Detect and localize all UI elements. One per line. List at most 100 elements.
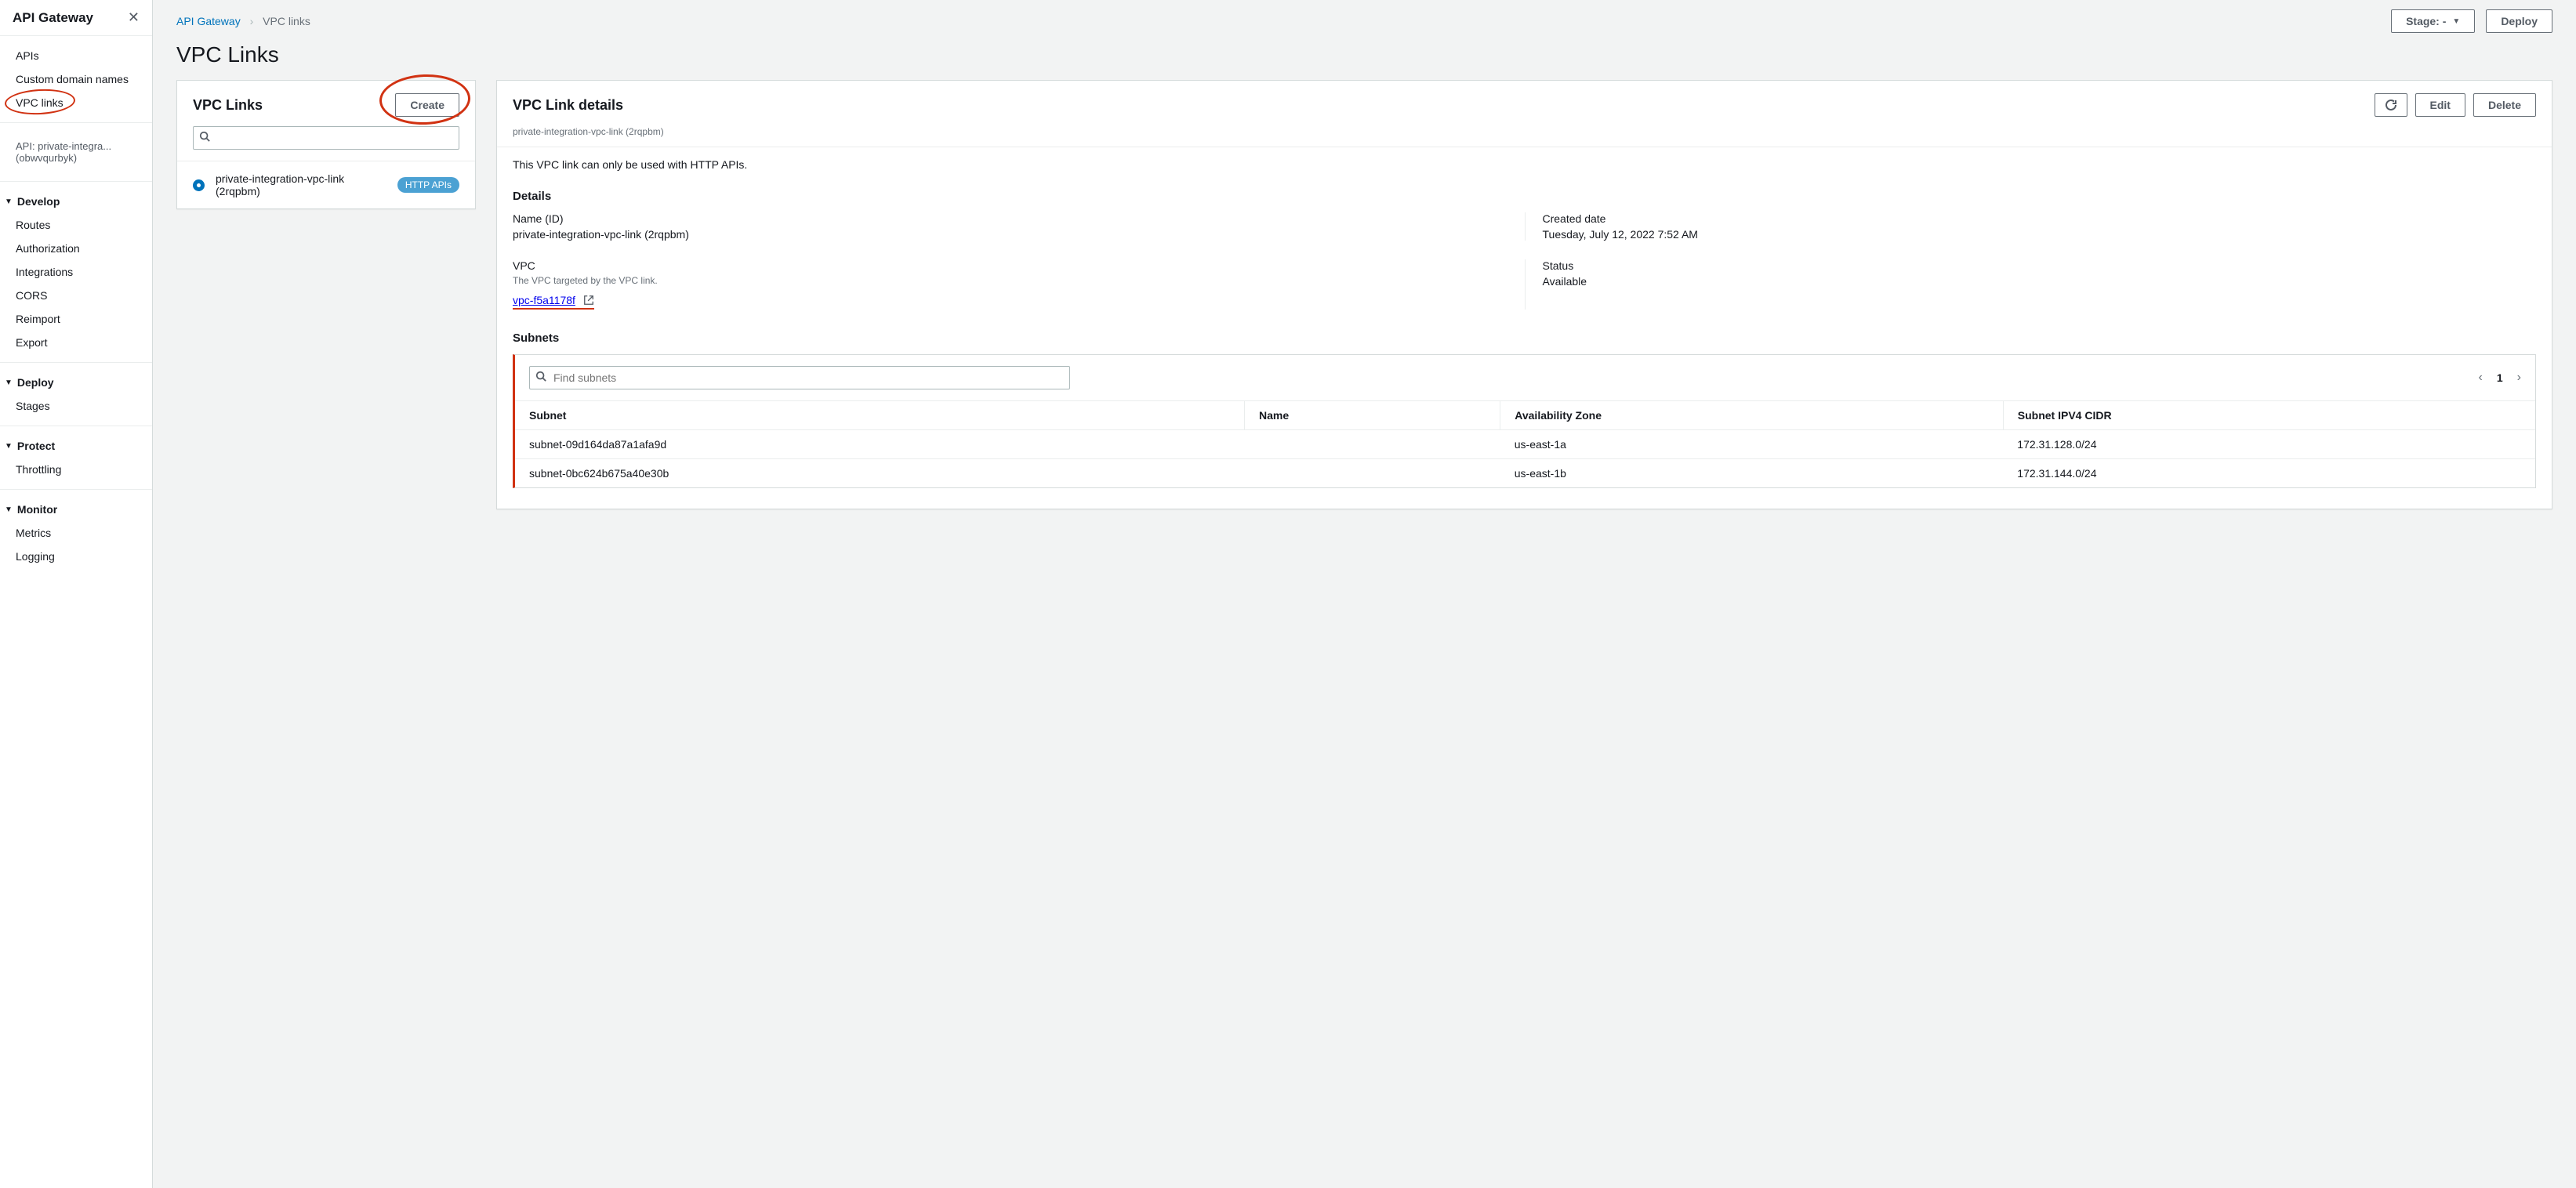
vpc-links-list-panel: VPC Links Create pri — [176, 80, 476, 209]
vpc-link-item-label: private-integration-vpc-link (2rqpbm) — [216, 172, 386, 197]
http-apis-badge: HTTP APIs — [397, 177, 459, 193]
pager-next-icon[interactable]: › — [2517, 371, 2521, 385]
sidebar-item-cors[interactable]: CORS — [0, 284, 152, 307]
sidebar-section-protect[interactable]: ▼ Protect — [0, 434, 152, 458]
details-subtitle: private-integration-vpc-link (2rqpbm) — [497, 126, 2552, 147]
sidebar-section-monitor-label: Monitor — [17, 503, 57, 516]
cell-cidr: 172.31.128.0/24 — [2003, 430, 2535, 459]
sidebar-item-routes[interactable]: Routes — [0, 213, 152, 237]
close-icon[interactable]: ✕ — [128, 9, 140, 26]
deploy-button[interactable]: Deploy — [2486, 9, 2552, 33]
col-cidr[interactable]: Subnet IPV4 CIDR — [2003, 401, 2535, 430]
caret-down-icon: ▼ — [5, 442, 13, 451]
sidebar-item-custom-domain-names[interactable]: Custom domain names — [0, 67, 152, 91]
details-body: This VPC link can only be used with HTTP… — [497, 147, 2552, 509]
sidebar-section-protect-label: Protect — [17, 440, 55, 452]
subnets-search-input[interactable] — [529, 366, 1070, 389]
subnets-block: Subnets — [513, 331, 2536, 488]
detail-vpc-label: VPC — [513, 259, 1525, 272]
detail-created-label: Created date — [1543, 212, 2537, 225]
sidebar-top-section: APIs Custom domain names VPC links — [0, 36, 152, 123]
detail-status-label: Status — [1543, 259, 2537, 272]
table-row[interactable]: subnet-09d164da87a1afa9d us-east-1a 172.… — [515, 430, 2535, 459]
sidebar-section-develop[interactable]: ▼Develop — [0, 190, 152, 213]
sidebar-api-context-section: API: private-integra... (obwvqurbyk) — [0, 123, 152, 182]
caret-down-icon: ▼ — [2452, 17, 2460, 26]
content: VPC Links VPC Links Create — [153, 36, 2576, 533]
sidebar-section-monitor[interactable]: ▼ Monitor — [0, 498, 152, 521]
sidebar-header: API Gateway ✕ — [0, 0, 152, 36]
cell-subnet: subnet-09d164da87a1afa9d — [515, 430, 1244, 459]
sidebar-item-authorization[interactable]: Authorization — [0, 237, 152, 260]
details-panel-header: VPC Link details Edit Delete — [497, 81, 2552, 126]
list-panel-body: private-integration-vpc-link (2rqpbm) HT… — [177, 161, 475, 208]
detail-created-value: Tuesday, July 12, 2022 7:52 AM — [1543, 228, 2537, 241]
detail-vpc: VPC The VPC targeted by the VPC link. vp… — [513, 259, 1525, 310]
page-title: VPC Links — [176, 42, 2552, 67]
caret-down-icon: ▼ — [5, 378, 13, 387]
detail-name-id-label: Name (ID) — [513, 212, 1525, 225]
vpc-id-value: vpc-f5a1178f — [513, 294, 575, 306]
vpc-link-details-panel: VPC Link details Edit Delete private-int… — [496, 80, 2552, 509]
details-actions: Edit Delete — [2375, 93, 2536, 117]
sidebar-item-integrations[interactable]: Integrations — [0, 260, 152, 284]
sidebar-item-metrics[interactable]: Metrics — [0, 521, 152, 545]
list-search — [193, 126, 459, 150]
col-az[interactable]: Availability Zone — [1500, 401, 2004, 430]
detail-name-id-value: private-integration-vpc-link (2rqpbm) — [513, 228, 1525, 241]
list-panel-title: VPC Links — [193, 97, 263, 114]
sidebar-deploy-section: ▼ Deploy Stages — [0, 363, 152, 426]
subnets-table: Subnet Name Availability Zone Subnet IPV… — [515, 400, 2535, 487]
sidebar-item-throttling[interactable]: Throttling — [0, 458, 152, 481]
col-name[interactable]: Name — [1244, 401, 1500, 430]
caret-down-icon: ▼ — [5, 505, 13, 514]
subnets-pager: ‹ 1 › — [2479, 371, 2521, 385]
subnets-heading: Subnets — [513, 331, 2536, 345]
vpc-link[interactable]: vpc-f5a1178f — [513, 294, 594, 310]
detail-status-value: Available — [1543, 275, 2537, 288]
sidebar-section-deploy-label: Deploy — [17, 376, 54, 389]
sidebar-item-reimport[interactable]: Reimport — [0, 307, 152, 331]
cell-cidr: 172.31.144.0/24 — [2003, 459, 2535, 488]
refresh-button[interactable] — [2375, 93, 2407, 117]
subnets-header-row: Subnet Name Availability Zone Subnet IPV… — [515, 401, 2535, 430]
sidebar-monitor-section: ▼ Monitor Metrics Logging — [0, 490, 152, 576]
sidebar-item-stages[interactable]: Stages — [0, 394, 152, 418]
radio-selected-icon[interactable] — [193, 179, 205, 191]
topbar: API Gateway › VPC links Stage: - ▼ Deplo… — [153, 0, 2576, 36]
list-search-input[interactable] — [193, 126, 459, 150]
pager-prev-icon[interactable]: ‹ — [2479, 371, 2483, 385]
sidebar-protect-section: ▼ Protect Throttling — [0, 426, 152, 490]
list-panel-header: VPC Links Create — [177, 81, 475, 126]
create-button[interactable]: Create — [395, 93, 459, 117]
edit-button[interactable]: Edit — [2415, 93, 2465, 117]
sidebar-item-logging[interactable]: Logging — [0, 545, 152, 568]
details-notice: This VPC link can only be used with HTTP… — [513, 158, 2536, 171]
detail-vpc-help: The VPC targeted by the VPC link. — [513, 275, 1525, 286]
sidebar: API Gateway ✕ APIs Custom domain names V… — [0, 0, 153, 1188]
external-link-icon — [583, 295, 594, 306]
cell-az: us-east-1b — [1500, 459, 2004, 488]
stage-dropdown[interactable]: Stage: - ▼ — [2391, 9, 2475, 33]
vpc-link-list-item[interactable]: private-integration-vpc-link (2rqpbm) HT… — [177, 161, 475, 208]
table-row[interactable]: subnet-0bc624b675a40e30b us-east-1b 172.… — [515, 459, 2535, 488]
caret-down-icon: ▼ — [5, 197, 13, 206]
details-section-heading: Details — [513, 190, 2536, 203]
pager-page-number: 1 — [2497, 371, 2503, 384]
sidebar-item-export[interactable]: Export — [0, 331, 152, 354]
details-panel-title: VPC Link details — [513, 97, 623, 114]
details-grid: Name (ID) private-integration-vpc-link (… — [513, 212, 2536, 310]
sidebar-section-deploy[interactable]: ▼ Deploy — [0, 371, 152, 394]
col-subnet[interactable]: Subnet — [515, 401, 1244, 430]
breadcrumb-root[interactable]: API Gateway — [176, 15, 241, 27]
detail-created: Created date Tuesday, July 12, 2022 7:52… — [1525, 212, 2537, 241]
delete-button[interactable]: Delete — [2473, 93, 2536, 117]
sidebar-api-context[interactable]: API: private-integra... (obwvqurbyk) — [0, 131, 152, 173]
sidebar-item-vpc-links[interactable]: VPC links — [0, 91, 152, 114]
sidebar-develop-section: ▼Develop Routes Authorization Integratio… — [0, 182, 152, 363]
chevron-right-icon: › — [250, 15, 254, 27]
search-icon — [199, 131, 210, 144]
subnets-search — [529, 366, 1070, 389]
sidebar-item-apis[interactable]: APIs — [0, 44, 152, 67]
breadcrumb-current: VPC links — [263, 15, 310, 27]
